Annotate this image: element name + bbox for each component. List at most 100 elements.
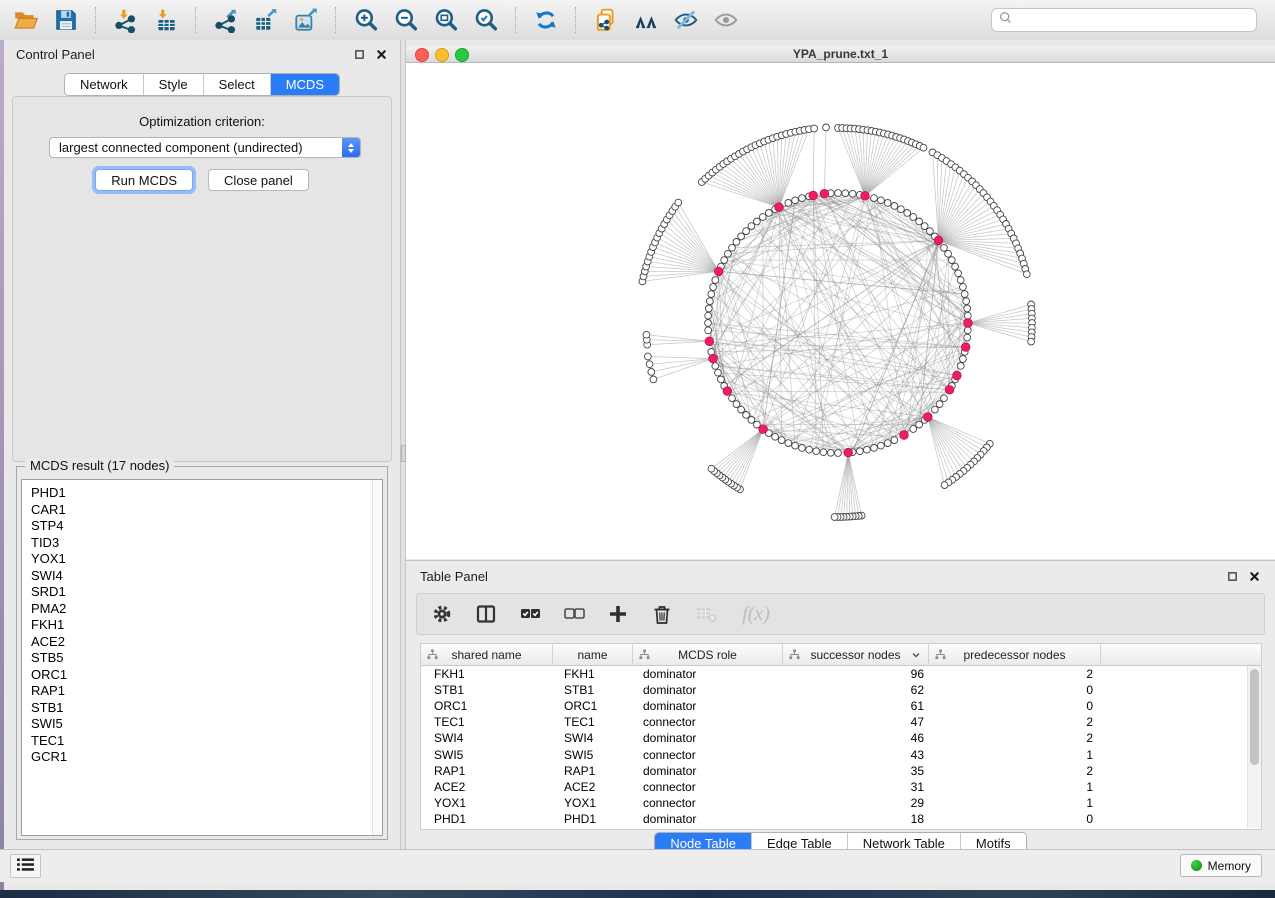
tab-style[interactable]: Style bbox=[143, 74, 203, 95]
list-item[interactable]: CAR1 bbox=[31, 502, 382, 519]
cell: 0 bbox=[929, 699, 1101, 713]
control-panel-tabs: NetworkStyleSelectMCDS bbox=[4, 73, 400, 96]
close-window-icon[interactable] bbox=[415, 48, 429, 62]
export-table-icon[interactable] bbox=[248, 3, 284, 37]
delete-column-icon[interactable] bbox=[649, 601, 675, 627]
zoom-out-icon[interactable] bbox=[388, 3, 424, 37]
list-item[interactable]: PMA2 bbox=[31, 601, 382, 618]
close-panel-button[interactable]: Close panel bbox=[208, 169, 309, 191]
search-box[interactable] bbox=[991, 8, 1257, 32]
list-item[interactable]: SWI5 bbox=[31, 716, 382, 733]
table-row[interactable]: ACE2ACE2connector311 bbox=[421, 779, 1247, 795]
network-window: YPA_prune.txt_1 bbox=[406, 46, 1275, 558]
search-input[interactable] bbox=[1014, 12, 1250, 29]
list-item[interactable]: TID3 bbox=[31, 535, 382, 552]
column-header-predecessor-nodes[interactable]: predecessor nodes bbox=[929, 644, 1101, 665]
list-item[interactable]: PHD1 bbox=[31, 485, 382, 502]
float-panel-icon[interactable] bbox=[352, 47, 366, 61]
select-all-rows-icon[interactable] bbox=[517, 601, 543, 627]
table-row[interactable]: FKH1FKH1dominator962 bbox=[421, 666, 1247, 682]
search-icon bbox=[998, 10, 1014, 31]
mcds-result-list[interactable]: PHD1CAR1STP4TID3YOX1SWI4SRD1PMA2FKH1ACE2… bbox=[21, 479, 383, 836]
list-item[interactable]: RAP1 bbox=[31, 683, 382, 700]
table-row[interactable]: PHD1PHD1dominator180 bbox=[421, 811, 1247, 827]
cell: ORC1 bbox=[421, 699, 553, 713]
mcds-result-title: MCDS result (17 nodes) bbox=[25, 458, 174, 473]
table-row[interactable]: RAP1RAP1dominator352 bbox=[421, 763, 1247, 779]
optimization-criterion-select[interactable]: largest connected component (undirected) bbox=[49, 137, 361, 158]
list-item[interactable]: ORC1 bbox=[31, 667, 382, 684]
list-item[interactable]: YOX1 bbox=[31, 551, 382, 568]
column-header-successor-nodes[interactable]: successor nodes bbox=[783, 644, 929, 665]
cell: PHD1 bbox=[553, 812, 633, 826]
save-icon[interactable] bbox=[48, 3, 84, 37]
table-toolbar: f(x) bbox=[416, 593, 1265, 635]
table-row[interactable]: ORC1ORC1dominator610 bbox=[421, 698, 1247, 714]
table-row[interactable]: SWI4SWI4dominator462 bbox=[421, 730, 1247, 746]
open-folder-icon[interactable] bbox=[8, 3, 44, 37]
add-column-icon[interactable] bbox=[605, 601, 631, 627]
hide-selected-icon[interactable] bbox=[668, 3, 704, 37]
list-item[interactable]: STP4 bbox=[31, 518, 382, 535]
tab-mcds[interactable]: MCDS bbox=[270, 74, 339, 95]
list-item[interactable]: STB5 bbox=[31, 650, 382, 667]
column-header-shared-name[interactable]: shared name bbox=[421, 644, 553, 665]
delete-table-icon bbox=[693, 601, 719, 627]
network-canvas[interactable] bbox=[406, 63, 1275, 559]
tab-network[interactable]: Network bbox=[65, 74, 143, 95]
zoom-in-icon[interactable] bbox=[348, 3, 384, 37]
task-history-button[interactable] bbox=[10, 854, 41, 878]
list-item[interactable]: TEC1 bbox=[31, 733, 382, 750]
cell: 1 bbox=[929, 780, 1101, 794]
cell: STB1 bbox=[421, 683, 553, 697]
toolbar-icon-strip bbox=[8, 3, 744, 37]
table-row[interactable]: SWI5SWI5connector431 bbox=[421, 746, 1247, 762]
network-window-titlebar[interactable]: YPA_prune.txt_1 bbox=[406, 46, 1275, 63]
close-panel-icon[interactable] bbox=[374, 47, 388, 61]
cell: STB1 bbox=[553, 683, 633, 697]
zoom-selected-icon[interactable] bbox=[468, 3, 504, 37]
table-row[interactable]: YOX1YOX1connector291 bbox=[421, 795, 1247, 811]
run-mcds-button[interactable]: Run MCDS bbox=[95, 169, 193, 191]
list-item[interactable]: GCR1 bbox=[31, 749, 382, 766]
column-header-name[interactable]: name bbox=[553, 644, 633, 665]
close-table-panel-icon[interactable] bbox=[1247, 569, 1261, 583]
show-all-icon[interactable] bbox=[708, 3, 744, 37]
deselect-all-rows-icon[interactable] bbox=[561, 601, 587, 627]
memory-button[interactable]: Memory bbox=[1180, 854, 1262, 877]
first-neighbors-icon[interactable] bbox=[628, 3, 664, 37]
list-item[interactable]: ACE2 bbox=[31, 634, 382, 651]
cell: TEC1 bbox=[421, 715, 553, 729]
zoom-fit-icon[interactable] bbox=[428, 3, 464, 37]
refresh-icon[interactable] bbox=[528, 3, 564, 37]
float-table-panel-icon[interactable] bbox=[1225, 569, 1239, 583]
split-panel-icon[interactable] bbox=[473, 601, 499, 627]
import-network-icon[interactable] bbox=[108, 3, 144, 37]
list-item[interactable]: FKH1 bbox=[31, 617, 382, 634]
cell: SWI4 bbox=[553, 731, 633, 745]
export-image-icon[interactable] bbox=[288, 3, 324, 37]
table-row[interactable]: TEC1TEC1connector472 bbox=[421, 714, 1247, 730]
zoom-window-icon[interactable] bbox=[455, 48, 469, 62]
list-item[interactable]: SWI4 bbox=[31, 568, 382, 585]
table-panel: Table Panel f(x) shared namenameMCDS rol… bbox=[406, 560, 1275, 858]
desktop-background-bottom bbox=[0, 890, 1275, 898]
list-item[interactable]: SRD1 bbox=[31, 584, 382, 601]
network-window-title: YPA_prune.txt_1 bbox=[793, 47, 888, 61]
column-header-MCDS-role[interactable]: MCDS role bbox=[633, 644, 783, 665]
export-network-icon[interactable] bbox=[208, 3, 244, 37]
table-row[interactable]: STB1STB1dominator620 bbox=[421, 682, 1247, 698]
list-scrollbar[interactable] bbox=[372, 480, 382, 835]
scrollbar-thumb[interactable] bbox=[1250, 669, 1259, 765]
import-table-icon[interactable] bbox=[148, 3, 184, 37]
list-item[interactable]: STB1 bbox=[31, 700, 382, 717]
table-header-row: shared namenameMCDS rolesuccessor nodesp… bbox=[421, 644, 1261, 666]
network-graph[interactable] bbox=[406, 63, 1275, 559]
toolbar-separator bbox=[335, 7, 337, 33]
table-settings-icon[interactable] bbox=[429, 601, 455, 627]
minimize-window-icon[interactable] bbox=[435, 48, 449, 62]
toolbar-separator bbox=[95, 7, 97, 33]
tab-select[interactable]: Select bbox=[203, 74, 270, 95]
new-network-from-selection-icon[interactable] bbox=[588, 3, 624, 37]
table-scrollbar[interactable] bbox=[1247, 666, 1261, 828]
